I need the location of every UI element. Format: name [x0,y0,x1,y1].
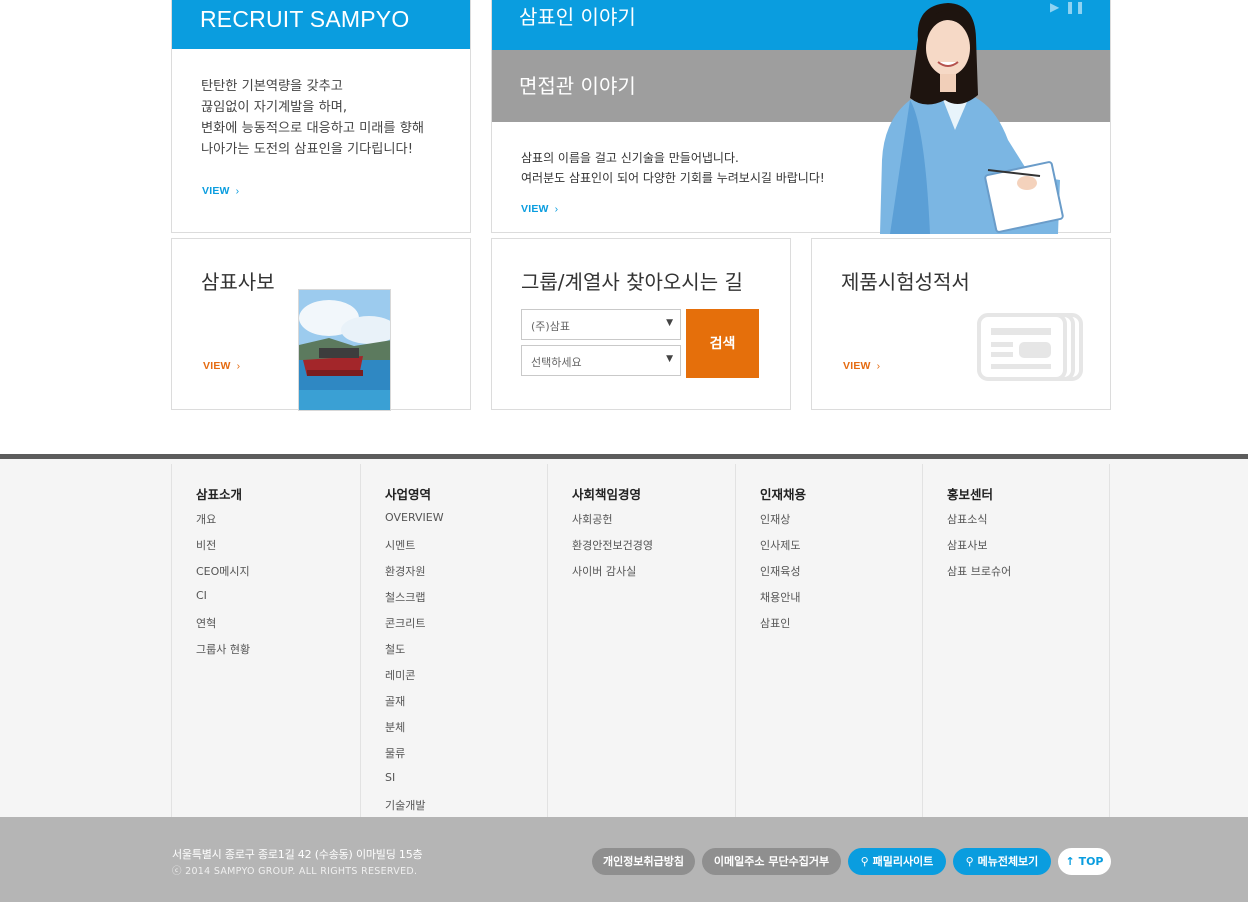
recruit-header: RECRUIT SAMPYO [172,0,470,49]
sitemap-link[interactable]: 인재상 [760,511,790,527]
sitemap-link[interactable]: 그룹사 현황 [196,641,250,657]
recruit-line: 탄탄한 기본역량을 갖추고 [201,79,343,94]
sitemap-link[interactable]: 채용안내 [760,589,800,605]
sitemap-link[interactable]: 비전 [196,537,216,553]
ship-photo [299,290,390,410]
sitemap-column-about: 삼표소개 개요 비전 CEO메시지 CI 연혁 그룹사 현황 [171,464,359,822]
company-select[interactable]: (주)삼표 ▼ [521,309,681,340]
sitemap-link[interactable]: SI [385,771,395,784]
sitemap-link[interactable]: 물류 [385,745,405,761]
sitemap-column-pr: 홍보센터 삼표소식 삼표사보 삼표 브로슈어 [922,464,1110,822]
top-button[interactable]: ↑ TOP [1058,848,1111,875]
family-site-button[interactable]: ⚲ 패밀리사이트 [848,848,946,875]
sitemap-heading[interactable]: 홍보센터 [947,484,993,503]
sitemap-link[interactable]: 골재 [385,693,405,709]
sitemap-link[interactable]: 철도 [385,641,405,657]
sitemap-link[interactable]: 삼표인 [760,615,790,631]
company-address: 서울특별시 종로구 종로1길 42 (수송동) 이마빌딩 15층 [172,848,423,861]
recruit-line: 변화에 능동적으로 대응하고 미래를 향해 [201,121,425,136]
arrow-up-icon: ↑ [1065,855,1075,868]
pause-icon[interactable]: ❚❚ [1065,0,1085,14]
newsletter-view-label: VIEW [203,360,231,372]
recruit-line: 끊임없이 자기계발을 하며, [201,100,348,115]
sitemap-link[interactable]: CI [196,589,207,602]
user-icon: ⚲ [860,855,869,868]
sitemap-link[interactable]: 연혁 [196,615,216,631]
sitemap-heading[interactable]: 인재채용 [760,484,806,503]
story-line: 여러분도 삼표인이 되어 다양한 기회를 누려보시길 바랍니다! [521,171,825,185]
recruit-view-link[interactable]: VIEW › [202,185,239,197]
document-icon [977,313,1083,381]
sitemap-link[interactable]: OVERVIEW [385,511,444,524]
recruit-line: 나아가는 도전의 삼표인을 기다립니다! [201,142,413,157]
sitemap-link[interactable]: 삼표소식 [947,511,987,527]
test-certificate-title: 제품시험성적서 [841,270,970,294]
sitemap-link[interactable]: CEO메시지 [196,563,250,579]
woman-illustration [880,3,1064,234]
email-refuse-label: 이메일주소 무단수집거부 [713,855,830,868]
interview-title: 면접관 이야기 [519,74,636,98]
sitemap-column-csr: 사회책임경영 사회공헌 환경안전보건경영 사이버 감사실 [547,464,735,822]
family-site-label: 패밀리사이트 [872,855,934,868]
caret-down-icon: ▼ [666,354,673,364]
directions-search-button[interactable]: 검색 [686,309,759,378]
sitemap-link[interactable]: 인재육성 [760,563,800,579]
sitemap-link[interactable]: 인사제도 [760,537,800,553]
sitemap-heading[interactable]: 사업영역 [385,484,431,503]
footer-bar: 서울특별시 종로구 종로1길 42 (수송동) 이마빌딩 15층 ⓒ 2014 … [0,817,1248,902]
story-title: 삼표인 이야기 [519,5,636,29]
sitemap-link[interactable]: 레미콘 [385,667,415,683]
story-view-link[interactable]: VIEW › [521,203,558,215]
sitemap-heading[interactable]: 사회책임경영 [572,484,641,503]
top-label: TOP [1078,855,1104,868]
story-description: 삼표의 이름을 걸고 신기술을 만들어냅니다. 여러분도 삼표인이 되어 다양한… [521,148,825,188]
newsletter-cover-image[interactable] [298,289,391,411]
sitemap-link[interactable]: 개요 [196,511,216,527]
story-view-label: VIEW [521,203,549,215]
sitemap-link[interactable]: 환경안전보건경영 [572,537,653,553]
search-icon: ⚲ [965,855,974,868]
privacy-policy-label: 개인정보취급방침 [603,855,684,868]
footer-sitemap: 삼표소개 개요 비전 CEO메시지 CI 연혁 그룹사 현황 사업영역 OVER… [0,454,1248,822]
sitemap-link[interactable]: 분체 [385,719,405,735]
recruit-description: 탄탄한 기본역량을 갖추고 끊임없이 자기계발을 하며, 변화에 능동적으로 대… [201,76,461,160]
story-line: 삼표의 이름을 걸고 신기술을 만들어냅니다. [521,151,739,165]
sitemap-column-business: 사업영역 OVERVIEW 시멘트 환경자원 철스크랩 콘크리트 철도 레미콘 … [360,464,548,822]
sitemap-column-recruit: 인재채용 인재상 인사제도 인재육성 채용안내 삼표인 [735,464,923,822]
recruit-view-label: VIEW [202,185,230,197]
branch-select[interactable]: 선택하세요 ▼ [521,345,681,376]
sitemap-link[interactable]: 콘크리트 [385,615,425,631]
sitemap-link[interactable]: 삼표 브로슈어 [947,563,1011,579]
sitemap-link[interactable]: 기술개발 [385,797,425,813]
sitemap-heading[interactable]: 삼표소개 [196,484,242,503]
sitemap-link[interactable]: 사회공헌 [572,511,612,527]
company-select-value: (주)삼표 [531,320,570,333]
sitemap-link[interactable]: 삼표사보 [947,537,987,553]
caret-down-icon: ▼ [666,318,673,328]
recruit-title: RECRUIT SAMPYO [200,6,410,32]
sitemap-link[interactable]: 시멘트 [385,537,415,553]
test-certificate-view-link[interactable]: VIEW › [843,360,880,372]
all-menu-label: 메뉴전체보기 [977,855,1039,868]
chevron-right-icon: › [235,185,240,197]
newsletter-view-link[interactable]: VIEW › [203,360,240,372]
newsletter-title: 삼표사보 [201,270,275,294]
sitemap-link[interactable]: 사이버 감사실 [572,563,636,579]
chevron-right-icon: › [236,360,241,372]
branch-select-value: 선택하세요 [531,356,582,369]
chevron-right-icon: › [876,360,881,372]
copyright: ⓒ 2014 SAMPYO GROUP. ALL RIGHTS RESERVED… [172,866,418,877]
privacy-policy-button[interactable]: 개인정보취급방침 [592,848,695,875]
recruit-card: RECRUIT SAMPYO 탄탄한 기본역량을 갖추고 끊임없이 자기계발을 … [171,0,471,233]
sitemap-link[interactable]: 환경자원 [385,563,425,579]
directions-title: 그룹/계열사 찾아오시는 길 [521,270,743,294]
email-refuse-button[interactable]: 이메일주소 무단수집거부 [702,848,841,875]
test-certificate-view-label: VIEW [843,360,871,372]
sitemap-link[interactable]: 철스크랩 [385,589,425,605]
all-menu-button[interactable]: ⚲ 메뉴전체보기 [953,848,1051,875]
chevron-right-icon: › [554,203,559,215]
